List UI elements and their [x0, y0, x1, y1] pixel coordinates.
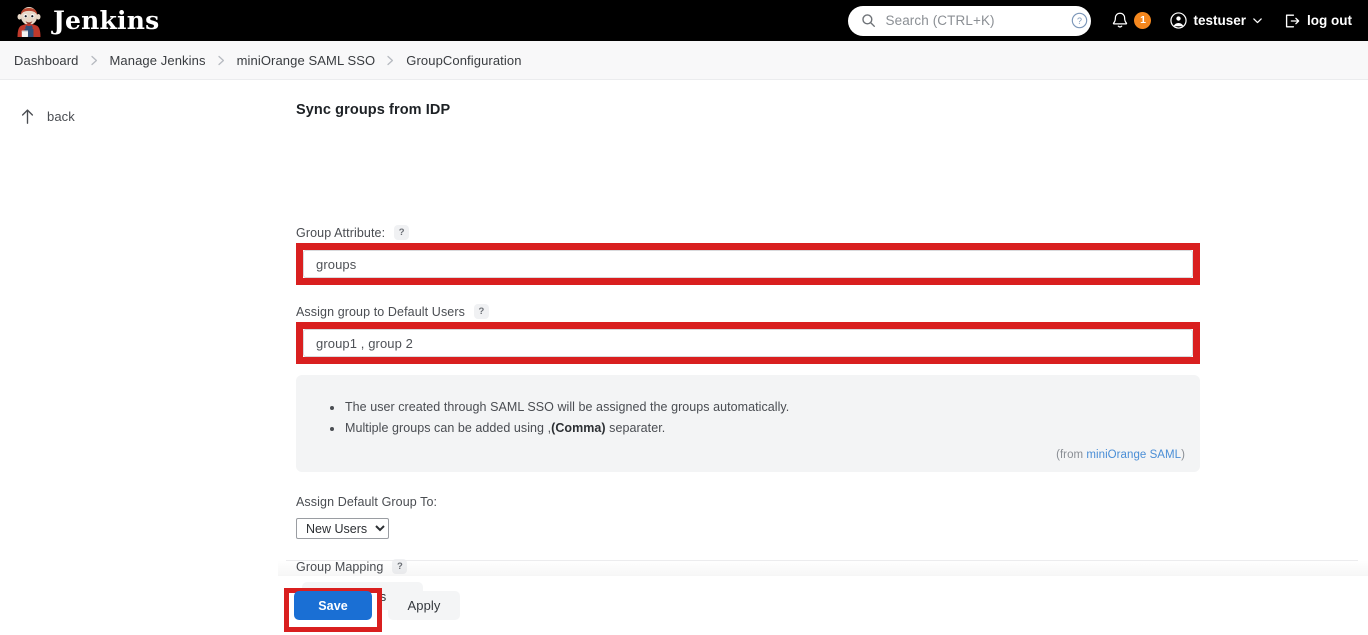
back-label: back	[47, 109, 75, 124]
group-attribute-highlight-box	[296, 243, 1200, 285]
page-title: Sync groups from IDP	[296, 102, 451, 118]
breadcrumb: Dashboard Manage Jenkins miniOrange SAML…	[0, 41, 1368, 80]
search-icon	[861, 13, 876, 28]
assign-default-users-label: Assign group to Default Users	[296, 304, 465, 319]
bell-icon	[1111, 11, 1129, 30]
logout-button[interactable]: log out	[1283, 12, 1352, 30]
breadcrumb-item-group-configuration: GroupConfiguration	[406, 52, 522, 68]
info-bullet-text-tail: separater.	[605, 421, 666, 435]
info-bullet-text: Multiple groups can be added using ,	[345, 421, 552, 435]
back-link[interactable]: back	[20, 108, 75, 125]
top-header-bar: Jenkins ?	[0, 0, 1368, 41]
assign-default-users-highlight-box	[296, 322, 1200, 364]
group-attribute-help-icon[interactable]: ?	[394, 225, 410, 240]
breadcrumb-item-manage-jenkins[interactable]: Manage Jenkins	[110, 53, 206, 68]
breadcrumb-separator-icon	[90, 55, 99, 66]
apply-button[interactable]: Apply	[388, 591, 460, 620]
breadcrumb-separator-icon	[386, 55, 395, 66]
info-bullet-bold: (Comma)	[551, 421, 606, 435]
arrow-up-icon	[20, 108, 35, 125]
breadcrumb-item-miniorange-saml-sso[interactable]: miniOrange SAML SSO	[237, 53, 376, 68]
search-box[interactable]: ?	[848, 5, 1092, 36]
info-bullet-list: The user created through SAML SSO will b…	[328, 397, 789, 439]
notification-count-badge: 1	[1134, 12, 1152, 29]
group-attribute-label: Group Attribute:	[296, 225, 386, 240]
info-attribution: (from miniOrange SAML)	[1056, 449, 1185, 461]
save-button[interactable]: Save	[294, 591, 372, 620]
search-input[interactable]	[885, 13, 1063, 28]
info-bullet-item: The user created through SAML SSO will b…	[328, 397, 789, 418]
assign-default-users-input[interactable]	[303, 329, 1193, 357]
assign-default-group-to-select[interactable]: New Users	[296, 518, 389, 539]
user-name-label: testuser	[1193, 13, 1247, 28]
attribution-suffix: )	[1181, 449, 1185, 461]
user-circle-icon	[1170, 12, 1188, 29]
assign-default-users-label-row: Assign group to Default Users ?	[296, 304, 489, 319]
main-content: Sync groups from IDP Group Attribute: ? …	[278, 80, 1368, 635]
logout-label: log out	[1307, 13, 1352, 28]
breadcrumb-separator-icon	[217, 55, 226, 66]
group-attribute-input[interactable]	[303, 250, 1193, 278]
bottom-bar-shadow	[278, 560, 1368, 576]
info-panel: The user created through SAML SSO will b…	[296, 375, 1200, 472]
miniorange-saml-link[interactable]: miniOrange SAML	[1086, 449, 1181, 461]
info-bullet-item: Multiple groups can be added using ,(Com…	[328, 418, 789, 439]
group-mapping-label-row: Group Mapping ?	[296, 559, 408, 574]
jenkins-butler-logo-icon	[14, 5, 44, 37]
info-bullet-text: The user created through SAML SSO will b…	[345, 400, 790, 414]
attribution-prefix: (from	[1056, 449, 1087, 461]
sidebar: back	[0, 80, 278, 635]
brand-title: Jenkins	[53, 6, 160, 35]
logout-icon	[1283, 12, 1301, 30]
group-mapping-help-icon[interactable]: ?	[392, 559, 408, 574]
breadcrumb-item-dashboard[interactable]: Dashboard	[14, 53, 79, 68]
bottom-bar-divider	[286, 560, 1358, 561]
assign-default-group-to-label: Assign Default Group To:	[296, 495, 437, 509]
chevron-down-icon	[1252, 15, 1263, 26]
group-mapping-label: Group Mapping	[296, 559, 384, 574]
jenkins-home-link[interactable]: Jenkins	[14, 5, 159, 37]
user-menu-button[interactable]: testuser	[1170, 12, 1263, 29]
group-attribute-label-row: Group Attribute: ?	[296, 225, 410, 240]
notifications-button[interactable]: 1	[1111, 11, 1152, 30]
page-body: back Sync groups from IDP Group Attribut…	[0, 80, 1368, 635]
assign-default-group-to-text: Assign Default Group To:	[296, 495, 438, 509]
assign-default-users-help-icon[interactable]: ?	[473, 304, 489, 319]
search-help-icon[interactable]: ?	[1071, 12, 1088, 29]
svg-text:?: ?	[1077, 16, 1082, 26]
header-right-cluster: ? 1 testuser	[848, 0, 1368, 41]
